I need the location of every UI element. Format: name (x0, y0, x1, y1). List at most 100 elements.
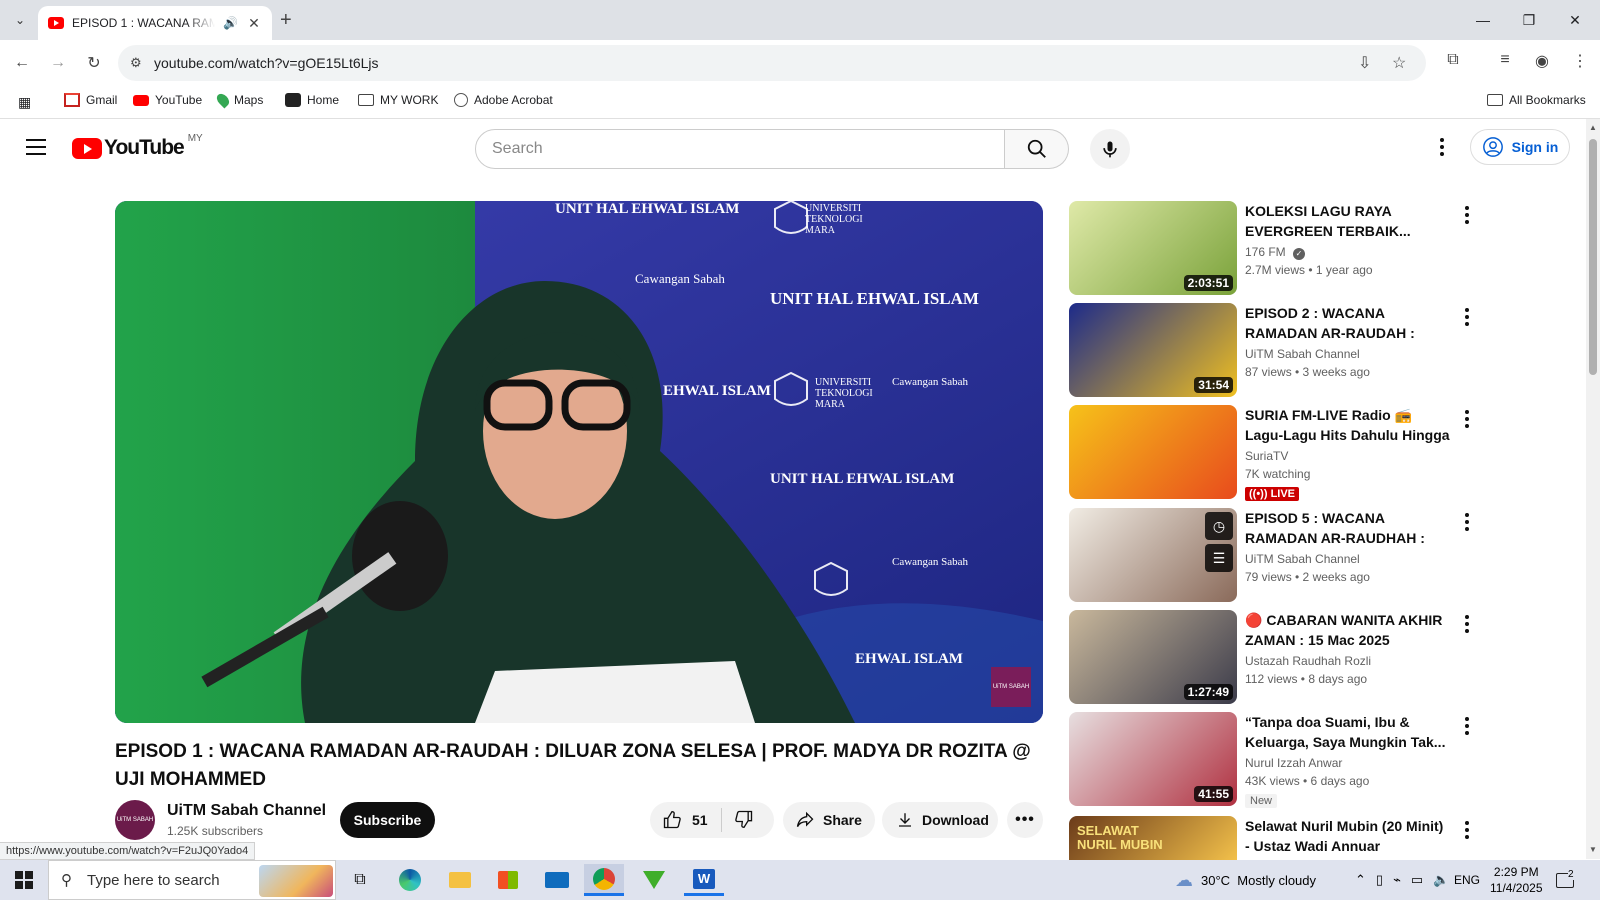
network-icon[interactable]: ⌁ (1393, 872, 1401, 888)
related-video-channel[interactable]: Nurul Izzah Anwar (1245, 756, 1342, 770)
channel-avatar[interactable]: UiTM SABAH (115, 800, 155, 840)
weather-widget[interactable]: ☁ 30°C Mostly cloudy (1175, 860, 1316, 900)
scrollbar-thumb[interactable] (1589, 139, 1597, 375)
related-video-item[interactable]: SELAWAT NURIL MUBIN Selawat Nuril Mubin (… (1069, 816, 1539, 860)
video-thumbnail[interactable]: ◷ ☰ (1069, 508, 1237, 602)
like-button[interactable]: 51 (650, 808, 722, 832)
bookmark-youtube[interactable]: YouTube (133, 93, 202, 107)
watch-later-icon[interactable]: ◷ (1205, 512, 1233, 540)
share-button[interactable]: Share (783, 802, 875, 838)
extensions-icon[interactable]: ⧉ (1441, 51, 1465, 69)
video-thumbnail[interactable]: 2:03:51 (1069, 201, 1237, 295)
channel-name[interactable]: UiTM Sabah Channel (167, 802, 326, 820)
related-video-channel[interactable]: 176 FM ✓ (1245, 245, 1306, 260)
video-action-menu-icon[interactable] (1455, 612, 1479, 636)
bookmark-maps[interactable]: Maps (214, 91, 263, 109)
task-view-icon[interactable]: ⧉ (340, 864, 380, 896)
more-actions-button[interactable]: ••• (1007, 802, 1043, 838)
download-manager-icon[interactable] (634, 864, 674, 896)
tab-search-button[interactable]: ⌄ (8, 8, 32, 32)
notifications-button[interactable]: 2 (1556, 860, 1580, 900)
related-video-channel[interactable]: Ustazah Raudhah Rozli (1245, 654, 1371, 668)
channel-watermark[interactable]: UiTM SABAH (991, 667, 1031, 707)
file-explorer-icon[interactable] (440, 864, 480, 896)
related-video-item[interactable]: 1:27:49 🔴 CABARAN WANITA AKHIR ZAMAN : 15… (1069, 610, 1539, 704)
download-button[interactable]: Download (882, 802, 998, 838)
scroll-up-icon[interactable]: ▲ (1589, 123, 1597, 132)
address-bar[interactable]: ⚙ youtube.com/watch?v=gOE15Lt6Ljs ⇩ ☆ (118, 45, 1426, 81)
related-video-channel[interactable]: SuriaTV (1245, 449, 1288, 463)
back-icon[interactable]: ← (10, 51, 34, 75)
video-thumbnail[interactable]: 1:27:49 (1069, 610, 1237, 704)
active-tab[interactable]: EPISOD 1 : WACANA RAMADAN AR-RAUDAH 🔊 ✕ (38, 6, 272, 40)
related-video-title[interactable]: “Tanpa doa Suami, Ibu & Keluarga, Saya M… (1245, 712, 1451, 752)
display-icon[interactable]: ▭ (1411, 872, 1423, 888)
taskbar-search[interactable]: ⚲ Type here to search (48, 860, 336, 900)
hardware-icon[interactable]: ▯ (1376, 872, 1383, 888)
video-thumbnail[interactable]: SELAWAT NURIL MUBIN (1069, 816, 1237, 860)
related-video-title[interactable]: EPISOD 5 : WACANA RAMADAN AR-RAUDHAH : M… (1245, 508, 1451, 548)
related-video-title[interactable]: EPISOD 2 : WACANA RAMADAN AR-RAUDAH : SY… (1245, 303, 1451, 343)
chrome-menu-icon[interactable]: ⋮ (1568, 51, 1592, 71)
related-video-title[interactable]: SURIA FM-LIVE Radio 📻 Lagu-Lagu Hits Dah… (1245, 405, 1451, 445)
video-action-menu-icon[interactable] (1455, 714, 1479, 738)
related-video-item[interactable]: ◷ ☰ EPISOD 5 : WACANA RAMADAN AR-RAUDHAH :… (1069, 508, 1539, 602)
related-video-channel[interactable]: UiTM Sabah Channel (1245, 347, 1360, 361)
video-action-menu-icon[interactable] (1455, 305, 1479, 329)
bookmark-star-icon[interactable]: ☆ (1392, 53, 1406, 73)
minimize-button[interactable]: — (1460, 0, 1506, 40)
related-video-item[interactable]: 41:55 “Tanpa doa Suami, Ibu & Keluarga, S… (1069, 712, 1539, 808)
all-bookmarks[interactable]: All Bookmarks (1487, 93, 1586, 107)
chevron-up-icon[interactable]: ⌃ (1355, 872, 1366, 888)
maximize-button[interactable]: ❐ (1506, 0, 1552, 40)
language-indicator[interactable]: ENG (1454, 860, 1480, 900)
related-video-title[interactable]: Selawat Nuril Mubin (20 Minit) - Ustaz W… (1245, 816, 1451, 856)
apps-icon[interactable]: ▦ (18, 94, 31, 111)
forward-icon[interactable]: → (46, 51, 70, 75)
windows-start-button[interactable] (4, 864, 44, 896)
video-action-menu-icon[interactable] (1455, 407, 1479, 431)
related-video-channel[interactable]: UiTM Sabah Channel (1245, 552, 1360, 566)
related-video-title[interactable]: 🔴 CABARAN WANITA AKHIR ZAMAN : 15 Mac 20… (1245, 610, 1451, 650)
media-controls-icon[interactable]: ≡ (1493, 51, 1517, 69)
bookmark-gmail[interactable]: Gmail (64, 93, 117, 107)
speaker-icon[interactable]: 🔊 (223, 16, 238, 30)
scroll-down-icon[interactable]: ▼ (1589, 845, 1597, 854)
related-video-title[interactable]: KOLEKSI LAGU RAYA EVERGREEN TERBAIK... (1245, 201, 1451, 241)
video-action-menu-icon[interactable] (1455, 510, 1479, 534)
bookmark-adobe-acrobat[interactable]: Adobe Acrobat (454, 93, 553, 107)
video-action-menu-icon[interactable] (1455, 203, 1479, 227)
add-to-queue-icon[interactable]: ☰ (1205, 544, 1233, 572)
menu-icon[interactable] (24, 137, 48, 157)
chrome-icon[interactable] (584, 864, 624, 896)
related-video-item[interactable]: 31:54 EPISOD 2 : WACANA RAMADAN AR-RAUDAH… (1069, 303, 1539, 397)
bookmark-home[interactable]: Home (285, 93, 339, 107)
close-window-button[interactable]: ✕ (1552, 0, 1598, 40)
volume-icon[interactable]: 🔈 (1433, 872, 1449, 888)
subscribe-button[interactable]: Subscribe (340, 802, 435, 838)
sign-in-button[interactable]: Sign in (1470, 129, 1570, 165)
word-icon[interactable]: W (684, 864, 724, 896)
reload-icon[interactable]: ↻ (82, 51, 106, 75)
related-video-item[interactable]: 2:03:51 KOLEKSI LAGU RAYA EVERGREEN TERBA… (1069, 201, 1539, 295)
youtube-logo[interactable]: YouTube MY (72, 133, 203, 160)
search-button[interactable] (1005, 129, 1069, 169)
settings-kebab-icon[interactable] (1430, 135, 1454, 159)
video-thumbnail[interactable]: 31:54 (1069, 303, 1237, 397)
search-input[interactable]: Search (475, 129, 1005, 169)
clock[interactable]: 2:29 PM 11/4/2025 (1490, 860, 1543, 900)
related-video-item[interactable]: SURIA FM-LIVE Radio 📻 Lagu-Lagu Hits Dah… (1069, 405, 1539, 501)
voice-search-button[interactable] (1090, 129, 1130, 169)
bookmark-my-work[interactable]: MY WORK (358, 93, 438, 107)
microsoft-store-icon[interactable] (488, 864, 528, 896)
video-action-menu-icon[interactable] (1455, 818, 1479, 842)
site-info-icon[interactable]: ⚙ (130, 55, 142, 71)
edge-icon[interactable] (390, 864, 430, 896)
profile-icon[interactable]: ◉ (1530, 51, 1554, 71)
page-scrollbar[interactable]: ▲ ▼ (1586, 119, 1600, 859)
dislike-button[interactable] (722, 809, 754, 832)
video-player[interactable]: UNIT HAL EHWAL ISLAM UNIVERSITI TEKNOLOG… (115, 201, 1043, 723)
video-thumbnail[interactable] (1069, 405, 1237, 499)
new-tab-button[interactable]: + (280, 9, 292, 32)
mail-icon[interactable] (537, 864, 577, 896)
